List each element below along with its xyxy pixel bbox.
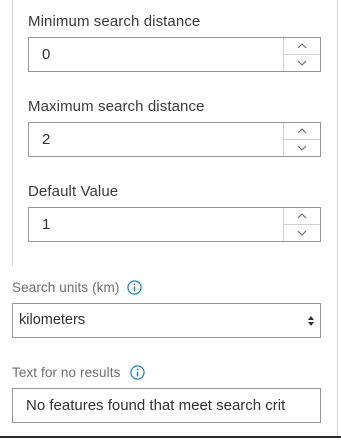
search-units-select[interactable]: kilometers (12, 303, 321, 338)
default-value-value[interactable]: 1 (42, 216, 50, 233)
search-units-label: Search units (km) (12, 280, 120, 295)
increment-button[interactable] (284, 38, 320, 55)
max-distance-stepper[interactable] (283, 123, 320, 156)
default-value-stepper[interactable] (283, 208, 320, 241)
no-results-label: Text for no results (12, 365, 121, 380)
chevron-up-icon (297, 42, 307, 49)
info-icon[interactable] (127, 280, 142, 295)
increment-button[interactable] (284, 123, 320, 140)
max-distance-value[interactable]: 2 (42, 131, 50, 148)
search-units-value[interactable]: kilometers (19, 312, 85, 328)
decrement-button[interactable] (284, 55, 320, 72)
no-results-text-field[interactable] (12, 388, 321, 423)
chevron-down-icon (297, 145, 307, 151)
default-value-label: Default Value (28, 183, 119, 200)
default-value-field[interactable]: 1 (28, 207, 321, 242)
scrollbar-track[interactable] (337, 0, 338, 436)
panel-bottom-border (0, 436, 341, 441)
chevron-up-icon (297, 127, 307, 134)
min-distance-label: Minimum search distance (28, 13, 201, 30)
decrement-button[interactable] (284, 225, 320, 242)
increment-button[interactable] (284, 208, 320, 225)
select-caret-icon (308, 316, 314, 326)
info-icon[interactable] (130, 365, 145, 380)
min-distance-value[interactable]: 0 (42, 46, 50, 63)
min-distance-field[interactable]: 0 (28, 37, 321, 72)
settings-panel: Minimum search distance 0 Maximum search… (0, 0, 341, 441)
min-distance-stepper[interactable] (283, 38, 320, 71)
chevron-down-icon (297, 60, 307, 66)
chevron-up-icon (297, 212, 307, 219)
max-distance-label: Maximum search distance (28, 98, 205, 115)
max-distance-field[interactable]: 2 (28, 122, 321, 157)
decrement-button[interactable] (284, 140, 320, 157)
chevron-down-icon (297, 230, 307, 236)
no-results-input[interactable] (13, 389, 320, 422)
